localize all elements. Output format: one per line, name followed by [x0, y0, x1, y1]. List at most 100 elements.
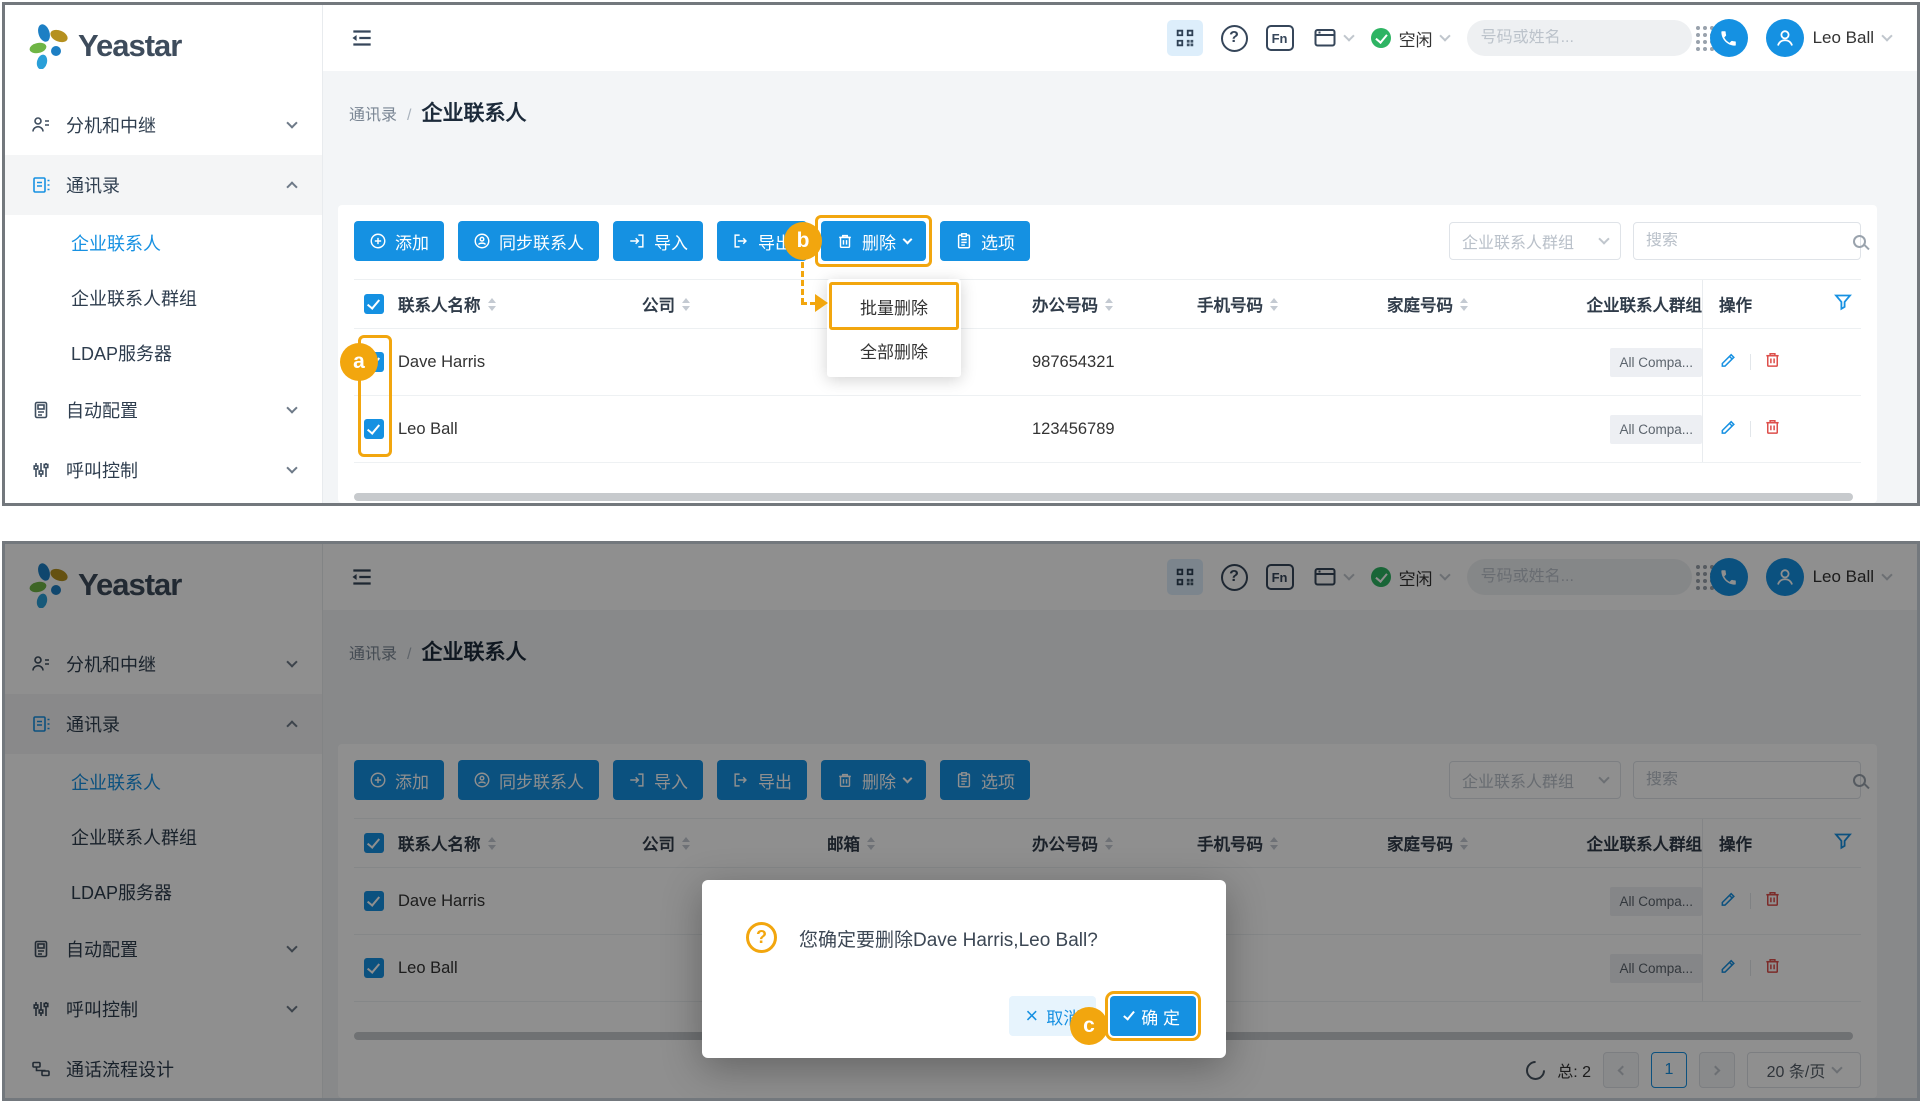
breadcrumb-separator — [407, 107, 411, 125]
chevron-down-icon — [286, 402, 297, 413]
annotated-screenshot-pair: Yeastar 分机和中继 通讯录 企业联系人 企业联系人群组 LDAP服务器 … — [0, 0, 1926, 1104]
sort-icon[interactable] — [1460, 298, 1468, 311]
contact-mobile-number — [1197, 329, 1387, 395]
dial-search — [1467, 20, 1692, 56]
dial-search-input[interactable] — [1481, 29, 1688, 47]
contact-name: Dave Harris — [398, 329, 642, 395]
row-checkbox[interactable] — [364, 419, 384, 439]
yeastar-logo-icon — [29, 23, 69, 69]
plus-icon — [369, 232, 387, 250]
sidebar-item-ldap-server[interactable]: LDAP服务器 — [5, 325, 322, 380]
user-menu[interactable]: Leo Ball — [1766, 19, 1891, 57]
column-header-mobile[interactable]: 手机号码 — [1197, 280, 1387, 328]
contacts-table: 联系人名称 公司 邮箱 办公号码 手机号码 家庭号码 企业联系人群组 操作 Da… — [354, 279, 1861, 463]
delete-button[interactable]: 删除 b 批量删除 全部删除 — [821, 221, 926, 261]
table-row[interactable]: Leo Ball 123456789 All Compa... — [354, 396, 1861, 463]
presence-status[interactable]: 空闲 — [1371, 26, 1449, 51]
sync-contacts-button[interactable]: 同步联系人 — [458, 221, 599, 261]
user-name: Leo Ball — [1813, 28, 1874, 48]
help-icon[interactable] — [1221, 25, 1248, 52]
add-button[interactable]: 添加 — [354, 221, 444, 261]
sidebar-menu: 分机和中继 通讯录 企业联系人 企业联系人群组 LDAP服务器 自动配置 呼叫控… — [5, 95, 322, 500]
contacts-book-icon — [31, 175, 51, 195]
contact-home-number — [1387, 396, 1572, 462]
clipboard-icon — [955, 232, 973, 250]
sort-icon[interactable] — [488, 298, 496, 311]
sidebar-item-contact-groups[interactable]: 企业联系人群组 — [5, 270, 322, 325]
table-header-row: 联系人名称 公司 邮箱 办公号码 手机号码 家庭号码 企业联系人群组 操作 — [354, 279, 1861, 329]
column-header-group: 企业联系人群组 — [1572, 280, 1702, 328]
sidebar-item-label: 自动配置 — [66, 397, 138, 423]
person-list-icon — [31, 115, 51, 135]
call-button[interactable] — [1710, 19, 1748, 57]
chevron-down-icon — [903, 234, 913, 244]
trash-icon — [836, 232, 854, 250]
column-header-home[interactable]: 家庭号码 — [1387, 280, 1572, 328]
collapse-sidebar-icon[interactable] — [349, 25, 375, 51]
x-icon — [1025, 1005, 1038, 1028]
sidebar-item-company-contacts[interactable]: 企业联系人 — [5, 215, 322, 270]
sort-icon[interactable] — [682, 298, 690, 311]
chevron-down-icon — [286, 462, 297, 473]
sidebar-item-auto-provisioning[interactable]: 自动配置 — [5, 380, 322, 440]
delete-row-icon[interactable] — [1763, 417, 1782, 441]
sort-icon[interactable] — [1270, 298, 1278, 311]
sidebar-item-label: 企业联系人群组 — [71, 285, 197, 311]
select-all-checkbox[interactable] — [364, 294, 384, 314]
breadcrumb-parent[interactable]: 通讯录 — [349, 101, 397, 125]
column-header-name[interactable]: 联系人名称 — [398, 280, 642, 328]
chevron-down-icon — [286, 117, 297, 128]
chevron-up-icon — [286, 181, 297, 192]
chevron-down-icon — [1598, 233, 1609, 244]
menu-item-batch-delete[interactable]: 批量删除 — [827, 284, 961, 328]
delete-dropdown-menu: 批量删除 全部删除 — [827, 279, 961, 377]
chevron-down-icon — [1439, 30, 1450, 41]
brand-name: Yeastar — [78, 28, 181, 64]
annotation-arrow-icon — [815, 294, 828, 312]
dialog-message: 您确定要删除Dave Harris,Leo Ball? — [799, 922, 1098, 952]
sidebar-item-extensions-trunks[interactable]: 分机和中继 — [5, 95, 322, 155]
fn-keys-icon[interactable]: Fn — [1266, 25, 1294, 51]
sidebar-item-label: 分机和中继 — [66, 112, 156, 138]
status-label: 空闲 — [1399, 26, 1433, 51]
page-content: 通讯录 企业联系人 添加 同步联系人 导入 导出 删除 b — [323, 71, 1917, 503]
menu-item-delete-all[interactable]: 全部删除 — [827, 328, 961, 372]
sidebar-item-label: 企业联系人 — [71, 230, 161, 256]
window-menu[interactable] — [1312, 26, 1353, 50]
options-button[interactable]: 选项 — [940, 221, 1030, 261]
edit-icon[interactable] — [1719, 417, 1738, 441]
qr-code-icon[interactable] — [1167, 20, 1203, 56]
group-tag: All Compa... — [1610, 415, 1702, 444]
edit-icon[interactable] — [1719, 350, 1738, 374]
contact-name: Leo Ball — [398, 396, 642, 462]
search-icon[interactable] — [1853, 235, 1866, 248]
sidebar-item-contacts[interactable]: 通讯录 — [5, 155, 322, 215]
table-row[interactable]: Dave Harris 987654321 All Compa... — [354, 329, 1861, 396]
toolbar-filters: 企业联系人群组 — [1449, 222, 1861, 260]
status-available-icon — [1371, 28, 1391, 48]
screenshot-step-ab: Yeastar 分机和中继 通讯录 企业联系人 企业联系人群组 LDAP服务器 … — [2, 2, 1920, 506]
horizontal-scrollbar[interactable] — [354, 493, 1853, 501]
confirm-button[interactable]: 确 定 — [1110, 996, 1196, 1036]
question-icon — [746, 922, 777, 953]
device-icon — [31, 400, 51, 420]
table-search-input[interactable] — [1646, 232, 1853, 250]
brand-logo: Yeastar — [5, 5, 322, 69]
filter-icon[interactable] — [1833, 292, 1853, 317]
sidebar: Yeastar 分机和中继 通讯录 企业联系人 企业联系人群组 LDAP服务器 … — [5, 5, 323, 503]
window-icon — [1312, 26, 1338, 50]
delete-row-icon[interactable] — [1763, 350, 1782, 374]
sidebar-item-call-control[interactable]: 呼叫控制 — [5, 440, 322, 500]
group-filter-select[interactable]: 企业联系人群组 — [1449, 222, 1621, 260]
check-icon — [1123, 1008, 1135, 1020]
contact-mobile-number — [1197, 396, 1387, 462]
export-icon — [732, 232, 750, 250]
column-header-company[interactable]: 公司 — [642, 280, 827, 328]
sidebar-item-label: LDAP服务器 — [71, 340, 172, 366]
sidebar-item-label: 通讯录 — [66, 172, 120, 198]
sort-icon[interactable] — [1105, 298, 1113, 311]
import-button[interactable]: 导入 — [613, 221, 703, 261]
sliders-icon — [31, 460, 51, 480]
contact-email — [827, 396, 1032, 462]
column-header-office[interactable]: 办公号码 — [1032, 280, 1197, 328]
